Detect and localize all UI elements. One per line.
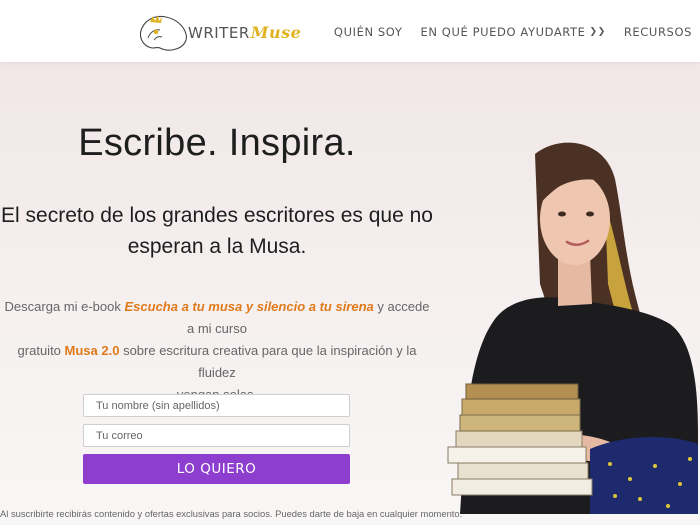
desc-text: gratuito (17, 343, 65, 358)
subscribe-button[interactable]: LO QUIERO (83, 454, 350, 484)
logo-text: WRITERMuse (188, 22, 302, 42)
main-nav: QUIÉN SOY EN QUÉ PUEDO AYUDARTE ❯❯ RECUR… (334, 25, 692, 39)
nav-label: QUIÉN SOY (333, 25, 403, 39)
hero-title: Escribe. Inspira. (78, 122, 356, 164)
chevron-double-down-icon: ❯❯ (589, 26, 606, 37)
ebook-title: Escucha a tu musa y silencio a tu sirena (124, 299, 374, 314)
site-logo[interactable]: WRITERMuse (134, 10, 304, 54)
desc-text: Descarga mi e-book (4, 299, 125, 314)
name-input[interactable] (83, 394, 350, 417)
muse-logo-icon (139, 15, 187, 51)
signup-form: LO QUIERO (83, 394, 350, 484)
hero-section: Escribe. Inspira. El secreto de los gran… (0, 62, 700, 525)
nav-item-recursos[interactable]: RECURSOS (624, 25, 692, 39)
nav-label: RECURSOS (623, 25, 692, 39)
legal-note: Al suscribirte recibirás contenido y ofe… (0, 508, 463, 519)
email-input[interactable] (83, 424, 350, 447)
hero-subtitle: El secreto de los grandes escritores es … (0, 200, 434, 262)
course-name: Musa 2.0 (64, 343, 120, 358)
subtitle-line: El secreto de los grandes escritores es … (1, 204, 433, 227)
site-header: WRITERMuse QUIÉN SOY EN QUÉ PUEDO AYUDAR… (0, 0, 700, 62)
subtitle-line: esperan a la Musa. (127, 235, 307, 258)
hero-description: Descarga mi e-book Escucha a tu musa y s… (0, 296, 434, 406)
nav-item-quien-soy[interactable]: QUIÉN SOY (334, 25, 403, 39)
nav-item-en-que-puedo-ayudarte[interactable]: EN QUÉ PUEDO AYUDARTE ❯❯ (420, 25, 605, 39)
desc-text: sobre escritura creativa para que la ins… (119, 343, 417, 380)
author-photo (447, 142, 698, 514)
nav-label: EN QUÉ PUEDO AYUDARTE (420, 25, 586, 39)
